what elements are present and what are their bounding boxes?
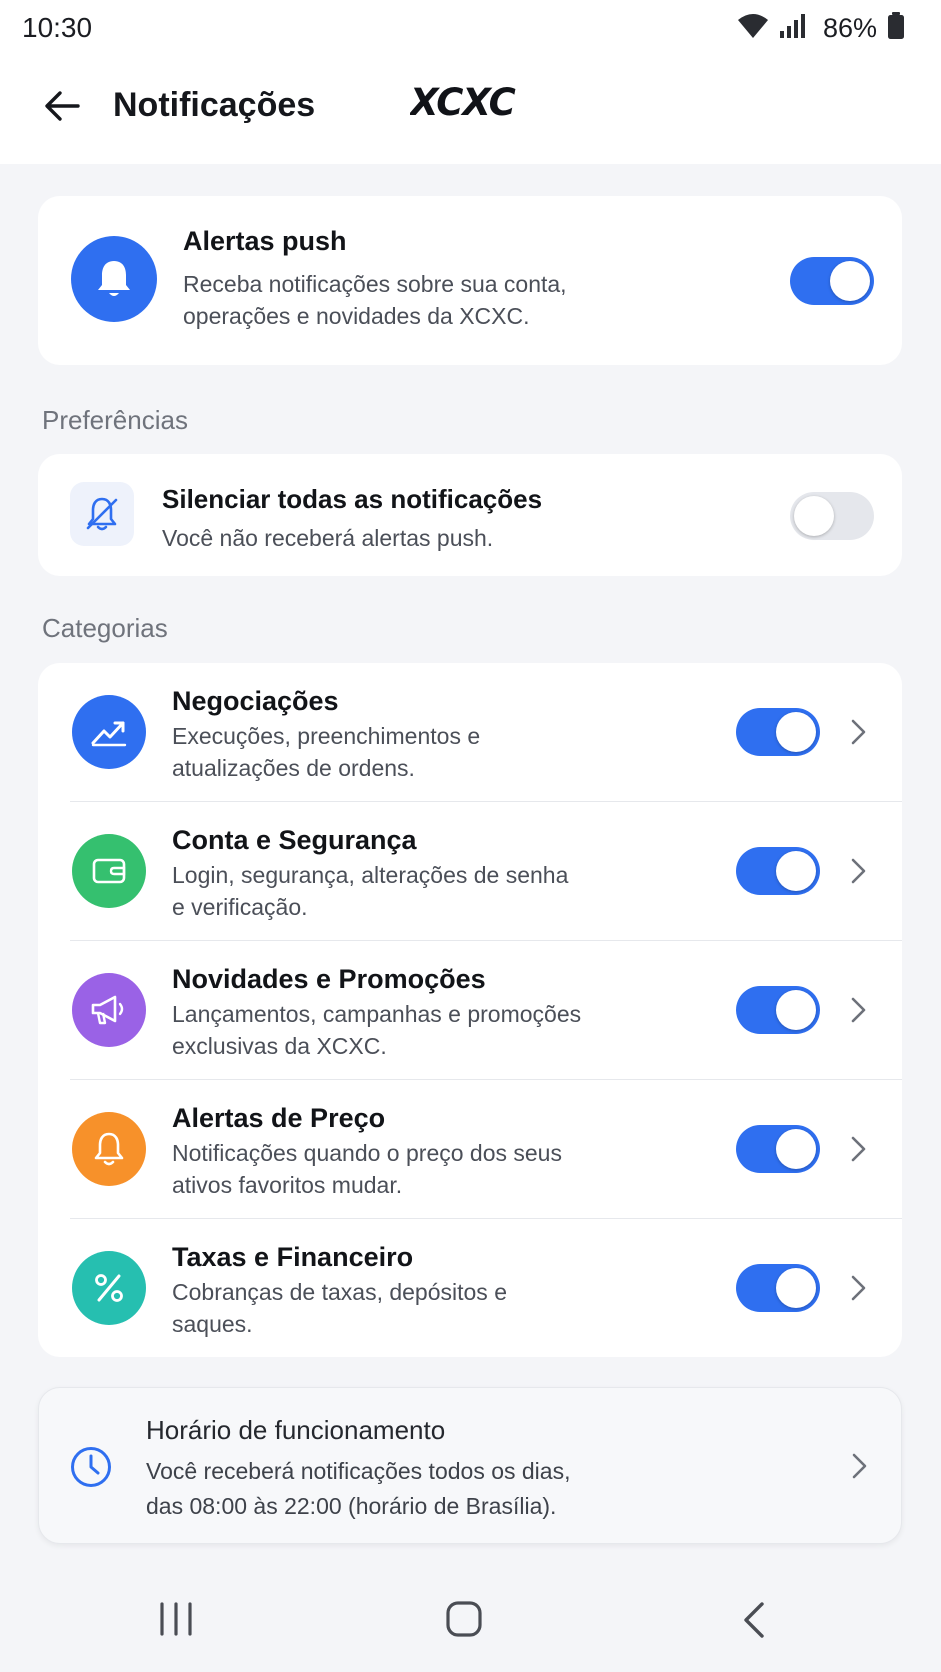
brand-logo: XCXC xyxy=(408,81,550,124)
battery-icon xyxy=(887,11,905,45)
category-description-line1: Notificações quando o preço dos seus xyxy=(172,1140,562,1166)
mute-all-toggle[interactable] xyxy=(790,492,874,540)
mute-icon-badge xyxy=(70,482,134,546)
svg-text:XCXC: XCXC xyxy=(410,85,516,119)
battery-percent: 86% xyxy=(822,12,877,43)
recent-apps-button[interactable] xyxy=(158,1601,198,1637)
chevron-right-icon[interactable] xyxy=(848,1134,870,1164)
category-description: Cobranças de taxas, depósitos e saques. xyxy=(172,1276,507,1340)
category-description-line1: Lançamentos, campanhas e promoções xyxy=(172,1001,582,1027)
recents-icon xyxy=(160,1602,192,1636)
category-toggle-conta-seguranca[interactable] xyxy=(736,847,820,895)
category-row-conta-seguranca[interactable]: Conta e Segurança Login, segurança, alte… xyxy=(38,802,902,941)
category-description: Execuções, preenchimentos e atualizações… xyxy=(172,720,480,784)
category-title: Negociações xyxy=(172,686,339,716)
category-title: Novidades e Promoções xyxy=(172,964,486,994)
category-row-negociacoes[interactable]: Negociações Execuções, preenchimentos e … xyxy=(38,663,902,802)
schedule-description-line1: Você receberá notificações todos os dias… xyxy=(146,1458,571,1484)
category-row-alertas-preco[interactable]: Alertas de Preço Notificações quando o p… xyxy=(38,1080,902,1219)
category-icon-badge xyxy=(72,695,146,769)
category-description-line2: exclusivas da XCXC. xyxy=(172,1033,387,1059)
category-description-line2: atualizações de ordens. xyxy=(172,755,415,781)
category-description-line2: saques. xyxy=(172,1311,253,1337)
signal-icon xyxy=(779,13,807,44)
schedule-card[interactable]: Horário de funcionamento Você receberá n… xyxy=(38,1387,902,1544)
categories-card: Negociações Execuções, preenchimentos e … xyxy=(38,663,902,1357)
home-icon xyxy=(446,1601,482,1637)
chevron-right-icon[interactable] xyxy=(848,995,870,1025)
push-description-line2: operações e novidades da XCXC. xyxy=(183,303,530,329)
category-toggle-alertas-preco[interactable] xyxy=(736,1125,820,1173)
push-description: Receba notificações sobre sua conta, ope… xyxy=(183,268,567,332)
app-header: Notificações XCXC xyxy=(0,56,941,164)
wallet-icon xyxy=(92,858,126,884)
home-button[interactable] xyxy=(445,1600,483,1638)
preferences-section-label: Preferências xyxy=(42,405,188,435)
category-toggle-negociacoes[interactable] xyxy=(736,708,820,756)
category-toggle-novidades-promocoes[interactable] xyxy=(736,986,820,1034)
category-description: Notificações quando o preço dos seus ati… xyxy=(172,1137,562,1201)
wifi-icon xyxy=(737,13,769,44)
chevron-right-icon[interactable] xyxy=(848,856,870,886)
status-icons: 86% xyxy=(737,11,905,45)
mute-title: Silenciar todas as notificações xyxy=(162,484,543,514)
arrow-left-icon xyxy=(45,91,80,121)
category-icon-badge xyxy=(72,1251,146,1325)
schedule-description: Você receberá notificações todos os dias… xyxy=(146,1454,570,1524)
push-alerts-card: Alertas push Receba notificações sobre s… xyxy=(38,196,902,365)
back-button[interactable] xyxy=(40,84,84,128)
category-icon-badge xyxy=(72,834,146,908)
category-row-taxas-financeiro[interactable]: Taxas e Financeiro Cobranças de taxas, d… xyxy=(38,1219,902,1357)
percent-icon xyxy=(95,1274,123,1302)
categories-section-label: Categorias xyxy=(42,613,168,643)
category-description: Login, segurança, alterações de senha e … xyxy=(172,859,568,923)
megaphone-icon xyxy=(91,995,124,1025)
category-icon-badge xyxy=(72,1112,146,1186)
category-title: Alertas de Preço xyxy=(172,1103,386,1133)
category-title: Conta e Segurança xyxy=(172,825,417,855)
category-description-line1: Execuções, preenchimentos e xyxy=(172,723,481,749)
category-description-line2: e verificação. xyxy=(172,894,308,920)
category-description-line1: Cobranças de taxas, depósitos e xyxy=(172,1279,507,1305)
trending-up-icon xyxy=(91,721,127,747)
category-description-line1: Login, segurança, alterações de senha xyxy=(172,862,569,888)
category-toggle-taxas-financeiro[interactable] xyxy=(736,1264,820,1312)
bell-icon xyxy=(98,261,130,296)
clock-icon xyxy=(70,1446,112,1488)
category-icon-badge xyxy=(72,973,146,1047)
schedule-description-line2: das 08:00 às 22:00 (horário de Brasília)… xyxy=(146,1493,557,1519)
system-back-button[interactable] xyxy=(740,1600,768,1640)
schedule-title: Horário de funcionamento xyxy=(146,1415,446,1445)
push-title: Alertas push xyxy=(183,226,347,256)
push-alerts-toggle[interactable] xyxy=(790,257,874,305)
push-icon-badge xyxy=(71,236,157,322)
bell-off-icon xyxy=(86,497,118,531)
push-description-line1: Receba notificações sobre sua conta, xyxy=(183,271,567,297)
mute-description: Você não receberá alertas push. xyxy=(162,525,494,551)
bell-icon xyxy=(94,1132,124,1166)
status-time: 10:30 xyxy=(22,12,93,43)
mute-all-card: Silenciar todas as notificações Você não… xyxy=(38,454,902,576)
page-title: Notificações xyxy=(113,86,316,124)
category-description-line2: ativos favoritos mudar. xyxy=(172,1172,403,1198)
system-navigation-bar xyxy=(0,1560,941,1672)
category-row-novidades-promocoes[interactable]: Novidades e Promoções Lançamentos, campa… xyxy=(38,941,902,1080)
category-title: Taxas e Financeiro xyxy=(172,1242,414,1272)
chevron-right-icon[interactable] xyxy=(848,717,870,747)
chevron-left-icon xyxy=(744,1602,764,1638)
category-description: Lançamentos, campanhas e promoções exclu… xyxy=(172,998,581,1062)
status-bar: 10:30 86% xyxy=(0,0,941,56)
chevron-right-icon[interactable] xyxy=(848,1273,870,1303)
chevron-right-icon[interactable] xyxy=(849,1451,871,1481)
